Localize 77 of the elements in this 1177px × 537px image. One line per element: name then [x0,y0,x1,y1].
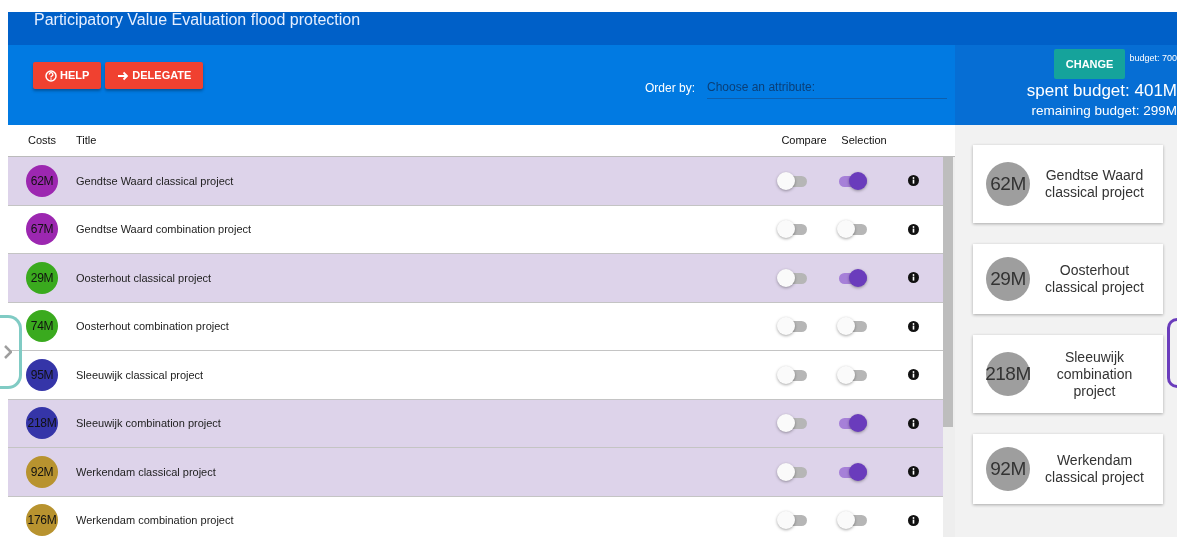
remaining-budget-text: remaining budget: 299M [1030,102,1177,120]
compare-toggle[interactable] [777,317,807,336]
chevron-right-icon [4,345,12,359]
selected-project-card[interactable]: 92M Werkendam classical project [973,434,1163,504]
info-icon[interactable] [907,417,919,429]
info-icon[interactable] [907,369,919,381]
selection-toggle[interactable] [837,365,867,384]
project-title: Gendtse Waard combination project [76,223,252,235]
card-title: Werkendam classical project [1044,452,1145,486]
selected-project-card[interactable]: 29M Oosterhout classical project [973,244,1163,314]
selection-toggle[interactable] [837,268,867,287]
column-header[interactable]: Compare [781,132,827,149]
cost-badge: 218M [26,407,58,440]
cost-badge: 29M [986,257,1030,301]
selection-toggle[interactable] [837,220,867,239]
table-row[interactable]: 218M Sleeuwijk combination project [8,399,943,448]
delegate-button[interactable]: DELEGATE [105,62,204,89]
selection-toggle[interactable] [837,462,867,481]
table-row[interactable]: 74M Oosterhout combination project [8,302,943,351]
cost-badge: 74M [26,310,58,343]
help-button[interactable]: HELP [33,62,102,89]
selection-toggle[interactable] [837,414,867,433]
order-by-label: Order by: [645,79,695,97]
project-title: Oosterhout classical project [76,271,212,284]
card-title: Sleeuwijk combination project [1055,348,1134,400]
project-title: Werkendam combination project [76,514,234,526]
project-title: Gendtse Waard classical project [76,174,234,187]
table-row[interactable]: 176M Werkendam combination project [8,496,943,537]
compare-toggle[interactable] [777,414,807,433]
info-icon[interactable] [907,320,919,332]
table-row[interactable]: 92M Werkendam classical project [8,448,943,497]
order-by-field[interactable]: Choose an attribute: [707,76,947,99]
cost-badge: 176M [26,504,58,537]
selected-project-card[interactable]: 62M Gendtse Waard classical project [973,145,1163,223]
budget-text: budget: 700 [1129,52,1177,65]
cost-badge: 29M [26,261,58,294]
help-icon [45,69,57,82]
project-title: Werkendam classical project [76,465,216,478]
spent-budget-text: spent budget: 401M [1025,81,1177,101]
cost-badge: 62M [26,164,58,197]
arrow-right-icon [117,69,130,82]
column-header[interactable]: Selection [841,132,887,149]
compare-toggle[interactable] [777,171,807,190]
cost-badge: 218M [986,352,1030,396]
window-title: Participatory Value Evaluation flood protection [34,11,361,28]
table-row[interactable]: 62M Gendtse Waard classical project [8,157,943,206]
cost-badge: 95M [26,358,58,391]
column-header[interactable]: Title [76,134,97,147]
info-icon[interactable] [907,514,919,526]
card-title: Gendtse Waard classical project [1044,167,1145,201]
column-header[interactable]: Costs [27,132,57,149]
selected-project-card[interactable]: 218M Sleeuwijk combination project [973,335,1163,413]
card-title: Oosterhout classical project [1044,262,1145,296]
info-icon[interactable] [907,272,919,284]
info-icon[interactable] [907,175,919,187]
info-icon[interactable] [907,466,919,478]
table-row[interactable]: 95M Sleeuwijk classical project [8,351,943,400]
compare-toggle[interactable] [777,365,807,384]
cost-badge: 67M [26,213,58,246]
collapse-handle[interactable] [1167,318,1177,388]
scrollbar[interactable] [943,157,955,537]
selection-toggle[interactable] [837,511,867,530]
info-icon[interactable] [907,223,919,235]
compare-toggle[interactable] [777,462,807,481]
cost-badge: 92M [986,447,1030,491]
project-title: Sleeuwijk combination project [76,417,221,429]
table-row[interactable]: 29M Oosterhout classical project [8,254,943,303]
expand-handle[interactable] [0,315,22,389]
selection-toggle[interactable] [837,317,867,336]
cost-badge: 62M [986,162,1030,206]
selection-toggle[interactable] [837,171,867,190]
compare-toggle[interactable] [777,511,807,530]
project-title: Oosterhout combination project [76,320,229,332]
compare-toggle[interactable] [777,268,807,287]
compare-toggle[interactable] [777,220,807,239]
project-title: Sleeuwijk classical project [76,368,204,381]
cost-badge: 92M [26,455,58,488]
